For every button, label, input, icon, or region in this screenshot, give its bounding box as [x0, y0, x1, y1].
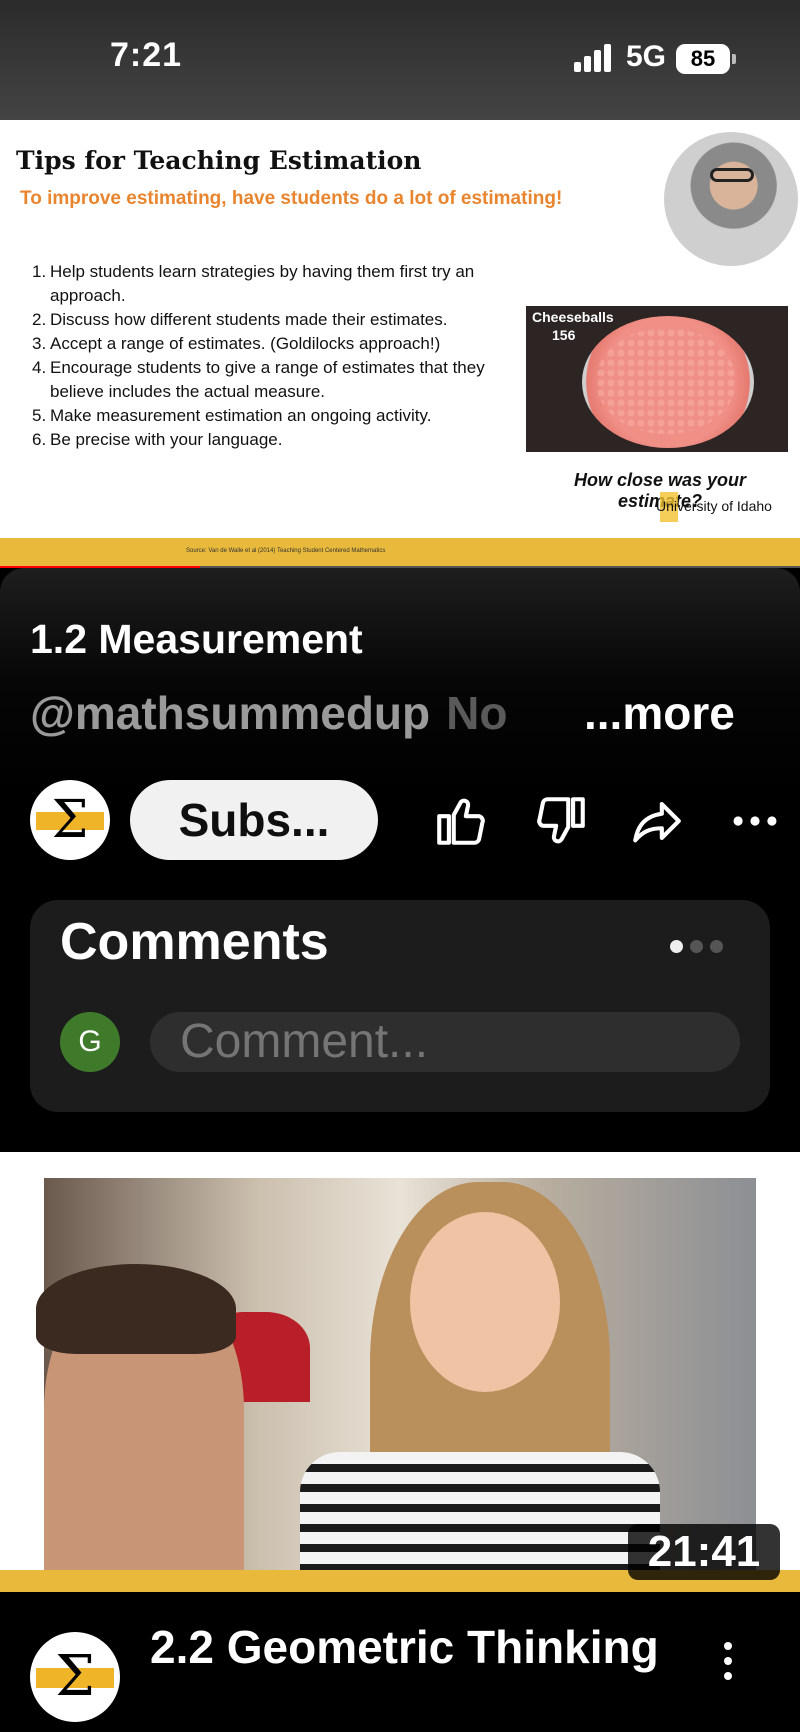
- cheeseballs-label: Cheeseballs 156: [532, 309, 614, 343]
- signal-icon: [574, 44, 614, 72]
- kebab-icon[interactable]: [720, 1642, 736, 1692]
- status-bar: 7:21 5G 85: [0, 0, 800, 120]
- presenter-video: [664, 132, 798, 266]
- video-title[interactable]: 1.2 Measurement: [30, 616, 363, 663]
- more-button[interactable]: ...more: [584, 686, 735, 740]
- comments-title: Comments: [60, 913, 329, 971]
- uidaho-logo-text: University of Idaho: [656, 498, 772, 514]
- description-row[interactable]: @mathsummedup No ...more: [30, 686, 735, 740]
- tip-item: 5. Make measurement estimation an ongoing…: [32, 406, 432, 425]
- channel-handle[interactable]: @mathsummedup: [30, 687, 430, 739]
- user-avatar: G: [60, 1012, 120, 1072]
- more-icon[interactable]: [726, 792, 784, 850]
- comment-input[interactable]: [150, 1012, 740, 1072]
- tips-list: 1. Help students learn strategies by havi…: [32, 260, 522, 452]
- like-icon[interactable]: [432, 792, 490, 850]
- next-video-info: Σ 2.2 Geometric Thinking: [0, 1592, 800, 1732]
- slide-subtitle: To improve estimating, have students do …: [20, 188, 563, 209]
- video-player[interactable]: Tips for Teaching Estimation To improve …: [0, 120, 800, 568]
- comments-carousel-dots: [670, 940, 730, 958]
- tip-item: 3. Accept a range of estimates. (Goldiloc…: [32, 334, 441, 353]
- next-video-thumbnail[interactable]: 21:41: [0, 1152, 800, 1608]
- next-video-title[interactable]: 2.2 Geometric Thinking: [150, 1620, 670, 1674]
- slide-footer-band: Source: Van de Walle et al (2014) Teachi…: [0, 538, 800, 568]
- subscribe-button[interactable]: Subs...: [130, 780, 378, 860]
- slide-title: Tips for Teaching Estimation: [16, 146, 422, 175]
- tip-item: 2. Discuss how different students made th…: [32, 310, 448, 329]
- description-snippet: No: [446, 687, 508, 739]
- channel-avatar[interactable]: Σ: [30, 780, 110, 860]
- next-video-card[interactable]: 21:41 Σ 2.2 Geometric Thinking: [0, 1152, 800, 1732]
- video-metadata-panel: 1.2 Measurement @mathsummedup No ...more …: [0, 568, 800, 1138]
- tip-item: 1. Help students learn strategies by havi…: [32, 262, 475, 305]
- source-citation: Source: Van de Walle et al (2014) Teachi…: [186, 548, 386, 554]
- cheeseballs-image: Cheeseballs 156: [526, 306, 788, 452]
- dislike-icon[interactable]: [532, 792, 590, 850]
- comments-section[interactable]: Comments G: [30, 900, 770, 1112]
- video-duration: 21:41: [628, 1524, 780, 1580]
- tip-item: 4. Encourage students to give a range of …: [32, 358, 485, 401]
- network-label: 5G: [626, 40, 667, 73]
- next-channel-avatar[interactable]: Σ: [30, 1632, 120, 1722]
- tip-item: 6. Be precise with your language.: [32, 430, 283, 449]
- status-time: 7:21: [110, 36, 183, 74]
- share-icon[interactable]: [628, 792, 686, 850]
- battery-icon: 85: [676, 44, 736, 74]
